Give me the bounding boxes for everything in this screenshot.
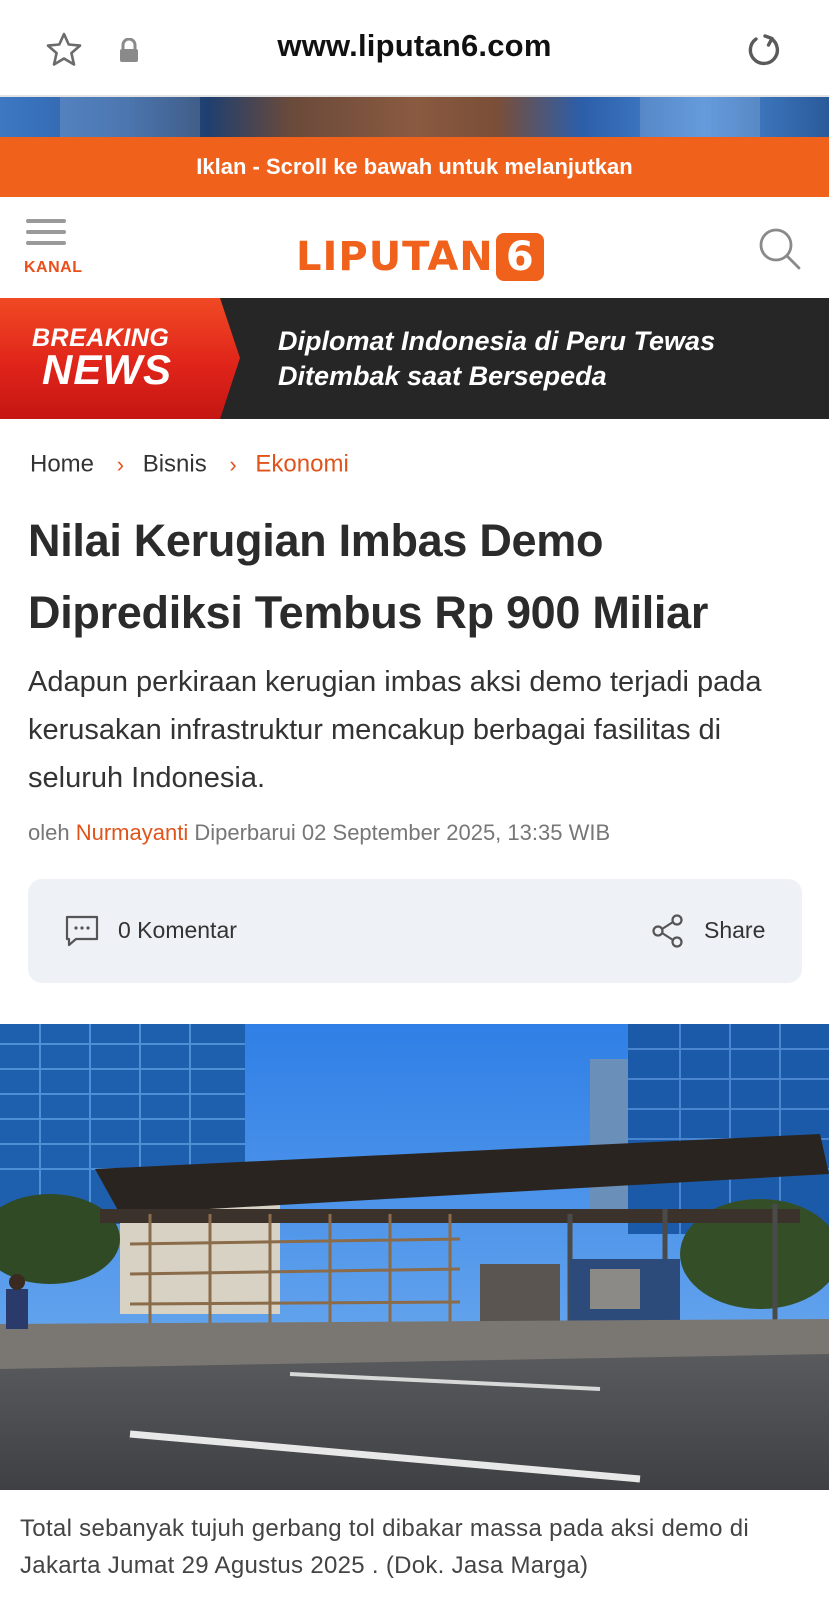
logo-text: LIPUTAN	[296, 234, 494, 280]
article-summary: Adapun perkiraan kerugian imbas aksi dem…	[28, 666, 762, 794]
search-icon[interactable]	[756, 225, 802, 271]
breadcrumb-bisnis[interactable]: Bisnis	[143, 451, 207, 478]
badge-news: NEWS	[42, 346, 172, 393]
share-button[interactable]: Share	[704, 917, 765, 944]
logo-number: 6	[495, 233, 544, 281]
site-header: KANAL LIPUTAN 6	[0, 197, 829, 298]
kanal-label: KANAL	[24, 259, 83, 276]
breaking-news-bar[interactable]: BREAKING NEWS Diplomat Indonesia di Peru…	[0, 298, 829, 419]
article-title: Nilai Kerugian Imbas Demo Diprediksi Tem…	[28, 515, 709, 638]
byline-prefix: oleh	[28, 820, 70, 845]
article-photo[interactable]	[0, 1024, 829, 1490]
browser-address-bar: www.liputan6.com	[0, 0, 829, 97]
photo-caption: Total sebanyak tujuh gerbang tol dibakar…	[20, 1515, 749, 1579]
site-logo[interactable]: LIPUTAN 6	[296, 233, 544, 283]
breadcrumb: Home › Bisnis › Ekonomi	[30, 450, 349, 479]
breaking-news-badge: BREAKING NEWS	[0, 298, 240, 419]
article-action-bar: 0 Komentar Share	[28, 879, 802, 983]
chevron-right-icon: ›	[229, 451, 237, 477]
share-icon[interactable]	[650, 913, 686, 949]
comment-icon[interactable]	[64, 913, 100, 949]
article-byline: oleh Nurmayanti Diperbarui 02 September …	[28, 820, 610, 846]
breaking-headline[interactable]: Diplomat Indonesia di Peru Tewas Ditemba…	[278, 324, 808, 394]
chevron-right-icon: ›	[116, 451, 125, 477]
ad-image-strip[interactable]	[0, 97, 829, 137]
breadcrumb-ekonomi[interactable]: Ekonomi	[255, 451, 348, 478]
kanal-menu-button[interactable]: KANAL	[24, 219, 94, 279]
ad-notice-banner[interactable]: Iklan - Scroll ke bawah untuk melanjutka…	[0, 137, 829, 197]
reload-icon[interactable]	[744, 30, 784, 70]
updated-timestamp: Diperbarui 02 September 2025, 13:35 WIB	[194, 820, 611, 845]
url-text[interactable]: www.liputan6.com	[0, 28, 829, 64]
breadcrumb-home[interactable]: Home	[30, 451, 94, 478]
hamburger-icon	[26, 219, 66, 223]
comments-button[interactable]: 0 Komentar	[118, 917, 237, 944]
author-link[interactable]: Nurmayanti	[76, 820, 188, 845]
